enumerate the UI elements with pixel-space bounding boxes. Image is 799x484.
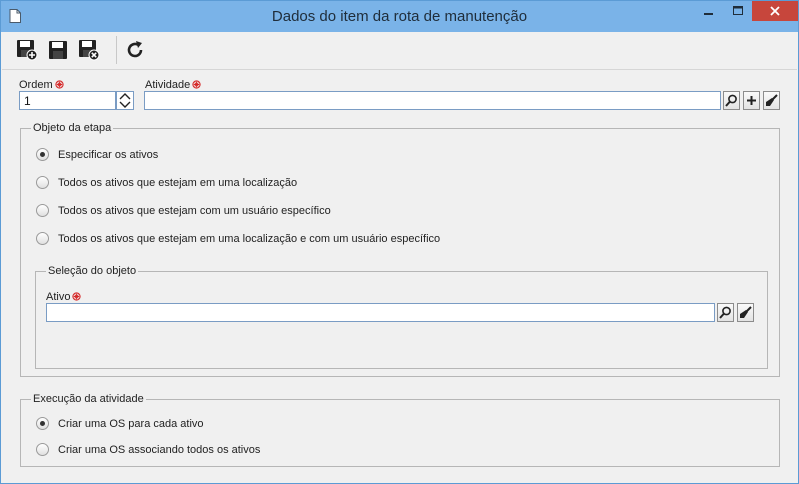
execucao-atividade-group: Execução da atividade Criar uma OS para … — [20, 393, 780, 467]
atividade-label: Atividade — [145, 79, 201, 91]
atividade-add-button[interactable] — [743, 91, 760, 110]
ativo-label: Ativo — [46, 291, 82, 303]
title-bar[interactable]: Dados do item da rota de manutenção — [1, 1, 798, 32]
radio-button[interactable] — [36, 417, 49, 430]
objeto-etapa-group: Objeto da etapa Especificar os ativos To… — [20, 122, 780, 377]
radio-label: Especificar os ativos — [58, 148, 159, 161]
ativo-input[interactable] — [46, 303, 715, 322]
ordem-label: Ordem — [19, 79, 64, 91]
refresh-button[interactable] — [123, 38, 147, 62]
option-os-cada-ativo[interactable]: Criar uma OS para cada ativo — [36, 417, 204, 430]
ativo-clear-button[interactable] — [737, 303, 754, 322]
stepper-down-icon[interactable] — [119, 101, 131, 108]
refresh-icon — [127, 41, 143, 58]
radio-label: Criar uma OS associando todos os ativos — [58, 443, 261, 456]
plus-icon — [747, 96, 756, 105]
dialog-window: Dados do item da rota de manutenção Orde… — [0, 0, 799, 484]
option-ativos-localizacao[interactable]: Todos os ativos que estejam em uma local… — [36, 176, 297, 189]
selecao-objeto-group: Seleção do objeto Ativo — [35, 265, 768, 369]
radio-button[interactable] — [36, 176, 49, 189]
atividade-input[interactable] — [144, 91, 721, 110]
stepper-up-icon[interactable] — [119, 93, 131, 100]
execucao-atividade-title: Execução da atividade — [31, 393, 146, 405]
save-new-icon — [17, 40, 38, 61]
required-icon — [192, 80, 201, 89]
broom-icon — [740, 306, 752, 318]
atividade-clear-button[interactable] — [763, 91, 780, 110]
ordem-input[interactable] — [19, 91, 116, 110]
window-title: Dados do item da rota de manutenção — [271, 8, 528, 25]
radio-label: Todos os ativos que estejam em uma local… — [58, 232, 441, 245]
save-icon — [49, 41, 67, 59]
selecao-objeto-title: Seleção do objeto — [46, 265, 139, 277]
option-especificar-ativos[interactable]: Especificar os ativos — [36, 148, 158, 161]
radio-label: Criar uma OS para cada ativo — [58, 417, 204, 430]
radio-button[interactable] — [36, 148, 49, 161]
search-icon — [725, 94, 737, 107]
required-icon — [72, 292, 82, 301]
radio-button[interactable] — [36, 204, 49, 217]
option-ativos-localizacao-usuario[interactable]: Todos os ativos que estejam em uma local… — [36, 232, 440, 245]
objeto-etapa-title: Objeto da etapa — [31, 122, 114, 134]
save-close-button[interactable] — [77, 38, 101, 62]
option-os-todos-ativos[interactable]: Criar uma OS associando todos os ativos — [36, 443, 260, 456]
atividade-search-button[interactable] — [723, 91, 740, 110]
option-ativos-usuario[interactable]: Todos os ativos que estejam com um usuár… — [36, 204, 331, 217]
close-button[interactable] — [752, 1, 798, 21]
save-button[interactable] — [46, 38, 70, 62]
save-new-button[interactable] — [15, 38, 39, 62]
minimize-icon — [704, 13, 713, 15]
ativo-search-button[interactable] — [717, 303, 734, 322]
ativo-label-text: Ativo — [46, 291, 71, 303]
toolbar — [2, 32, 797, 70]
toolbar-separator — [116, 36, 117, 64]
ordem-label-text: Ordem — [19, 79, 53, 91]
radio-label: Todos os ativos que estejam em uma local… — [58, 176, 298, 189]
close-icon — [770, 6, 780, 16]
maximize-button[interactable] — [724, 1, 752, 21]
broom-icon — [766, 94, 778, 106]
radio-button[interactable] — [36, 443, 49, 456]
radio-button[interactable] — [36, 232, 49, 245]
search-icon — [719, 306, 731, 319]
save-close-icon — [79, 40, 100, 61]
ordem-stepper[interactable] — [116, 91, 134, 110]
required-icon — [54, 80, 64, 89]
atividade-label-text: Atividade — [145, 79, 191, 91]
radio-label: Todos os ativos que estejam com um usuár… — [58, 204, 331, 217]
maximize-icon — [733, 6, 743, 15]
minimize-button[interactable] — [695, 1, 723, 21]
